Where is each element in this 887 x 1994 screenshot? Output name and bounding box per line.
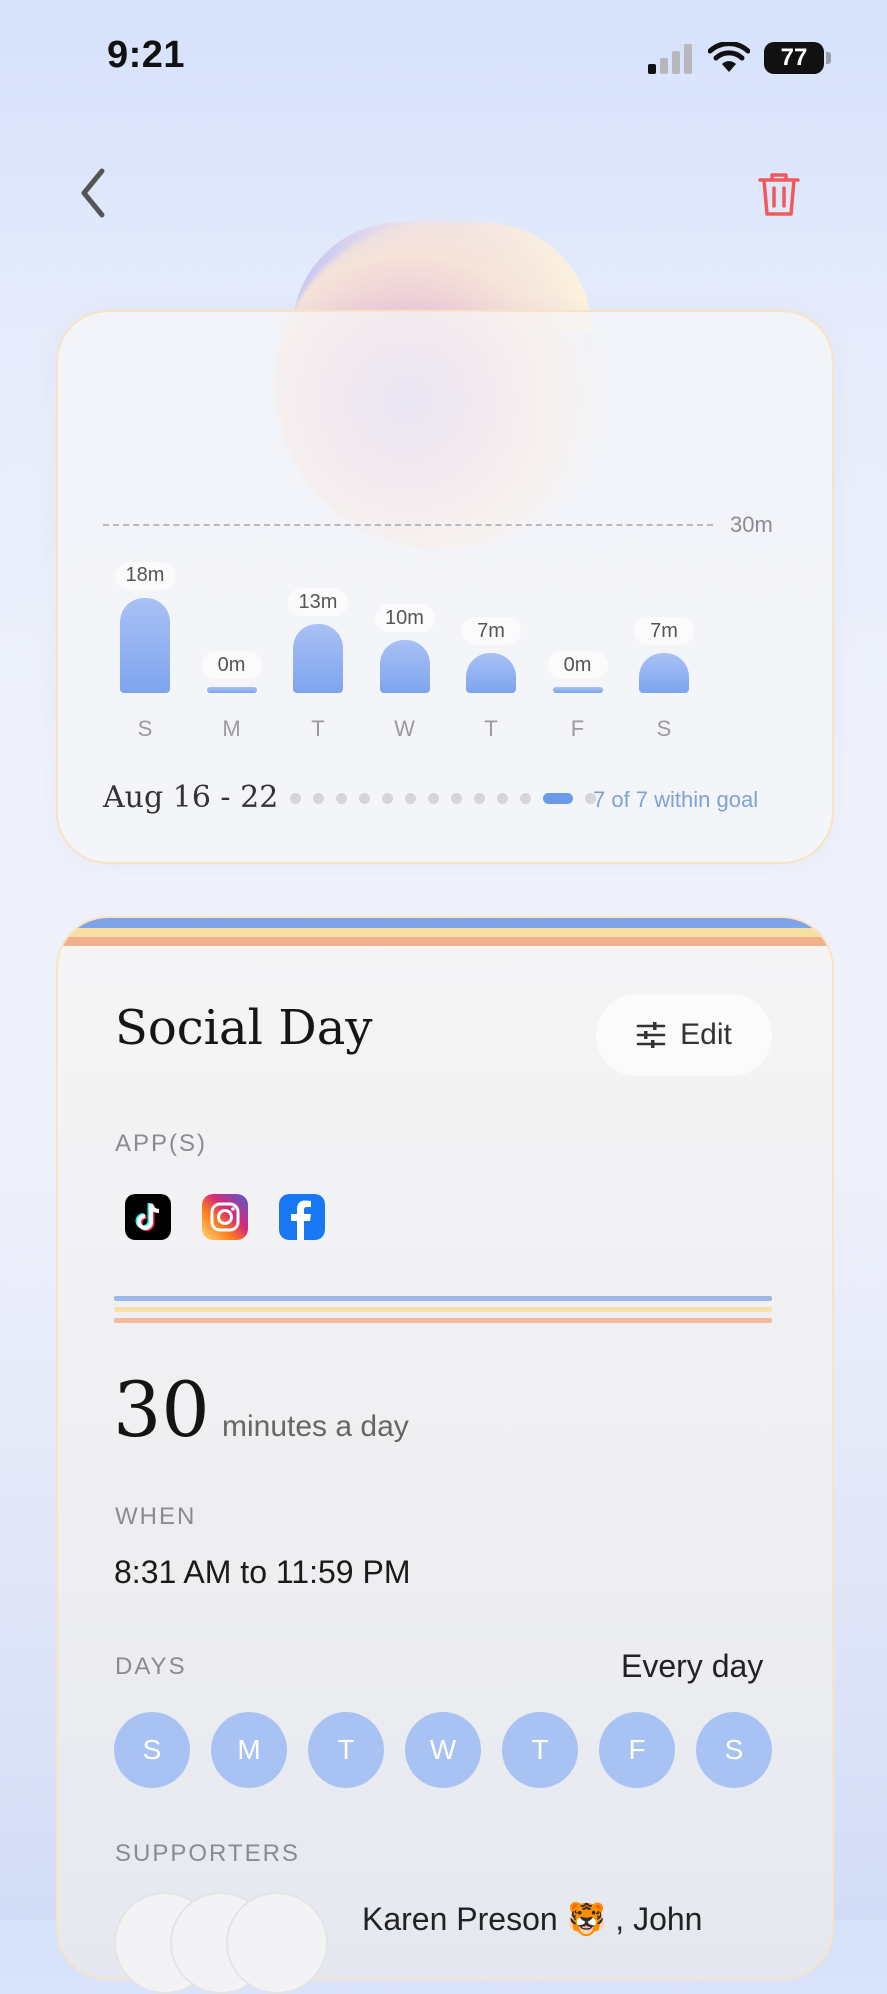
- edit-label: Edit: [680, 1018, 732, 1051]
- section-divider-stripes: [114, 1296, 772, 1323]
- pager-dot[interactable]: [405, 793, 416, 804]
- day-tick-label: W: [394, 716, 415, 741]
- back-button[interactable]: [70, 165, 120, 221]
- pager-dot[interactable]: [428, 793, 439, 804]
- sliders-icon: [636, 1022, 666, 1048]
- within-goal-summary: 7 of 7 within goal: [593, 787, 759, 812]
- bar-5[interactable]: [552, 687, 603, 693]
- bar-1[interactable]: [206, 687, 257, 693]
- wifi-icon: [708, 42, 750, 72]
- bar-value-label: 18m: [115, 561, 175, 590]
- apps-label: APP(S): [115, 1130, 208, 1157]
- day-toggle[interactable]: S: [696, 1712, 772, 1788]
- bar-6[interactable]: [639, 653, 689, 693]
- pager-dot[interactable]: [313, 793, 324, 804]
- chevron-left-icon: [81, 168, 105, 218]
- day-toggle[interactable]: T: [502, 1712, 578, 1788]
- daily-limit-unit: minutes a day: [222, 1410, 409, 1443]
- day-tick-label: M: [222, 716, 241, 741]
- days-label: DAYS: [115, 1653, 187, 1680]
- bar-2[interactable]: [293, 624, 343, 693]
- goal-label: 30m: [730, 512, 773, 537]
- day-tick-label: S: [137, 716, 153, 741]
- day-tick-label: F: [570, 716, 585, 741]
- pager-dot[interactable]: [520, 793, 531, 804]
- days-summary: Every day: [621, 1648, 764, 1684]
- week-range[interactable]: Aug 16 - 22: [103, 780, 278, 815]
- bar-0[interactable]: [120, 597, 170, 693]
- daily-limit-minutes: 30: [113, 1365, 210, 1454]
- bar-value-label: 7m: [634, 617, 694, 645]
- status-bar: 9:21 77: [0, 0, 887, 110]
- pager-dot[interactable]: [382, 793, 393, 804]
- delete-button[interactable]: [752, 168, 806, 222]
- battery-level: 77: [764, 42, 824, 74]
- day-tick-label: T: [311, 716, 325, 741]
- supporters-label: SUPPORTERS: [115, 1840, 300, 1867]
- day-toggle[interactable]: W: [405, 1712, 481, 1788]
- avatar[interactable]: [226, 1892, 328, 1994]
- day-toggle[interactable]: S: [114, 1712, 190, 1788]
- supporter-names: Karen Preson 🐯 , John: [362, 1901, 703, 1937]
- day-toggle[interactable]: F: [599, 1712, 675, 1788]
- cellular-signal-icon: [648, 44, 692, 74]
- pager-dot[interactable]: [497, 793, 508, 804]
- instagram-icon[interactable]: [202, 1194, 248, 1240]
- week-pager-dots[interactable]: [290, 793, 596, 804]
- card-stripes: [58, 918, 832, 946]
- facebook-icon[interactable]: [279, 1194, 325, 1240]
- tiktok-icon[interactable]: [125, 1194, 171, 1240]
- pager-dot[interactable]: [451, 793, 462, 804]
- goal-line: [103, 524, 713, 526]
- bar-value-label: 0m: [547, 651, 608, 679]
- bar-value-label: 13m: [288, 588, 348, 617]
- day-toggle[interactable]: T: [308, 1712, 384, 1788]
- bar-3[interactable]: [379, 640, 430, 693]
- pager-dot[interactable]: [359, 793, 370, 804]
- bar-value-label: 10m: [374, 604, 435, 633]
- trash-icon: [758, 173, 800, 216]
- bar-value-label: 7m: [461, 617, 521, 645]
- pager-dot[interactable]: [474, 793, 485, 804]
- edit-button[interactable]: Edit: [596, 994, 772, 1076]
- pager-dot[interactable]: [290, 793, 301, 804]
- battery-cap: [826, 52, 831, 64]
- limit-title: Social Day: [115, 1000, 373, 1056]
- time-window: 8:31 AM to 11:59 PM: [114, 1554, 411, 1590]
- day-toggle[interactable]: M: [211, 1712, 287, 1788]
- pager-dot[interactable]: [543, 793, 573, 804]
- when-label: WHEN: [115, 1503, 197, 1530]
- status-time: 9:21: [107, 34, 186, 76]
- bar-4[interactable]: [466, 653, 516, 693]
- bar-value-label: 0m: [201, 651, 262, 679]
- day-tick-label: S: [656, 716, 672, 741]
- pager-dot[interactable]: [336, 793, 347, 804]
- day-tick-label: T: [484, 716, 498, 741]
